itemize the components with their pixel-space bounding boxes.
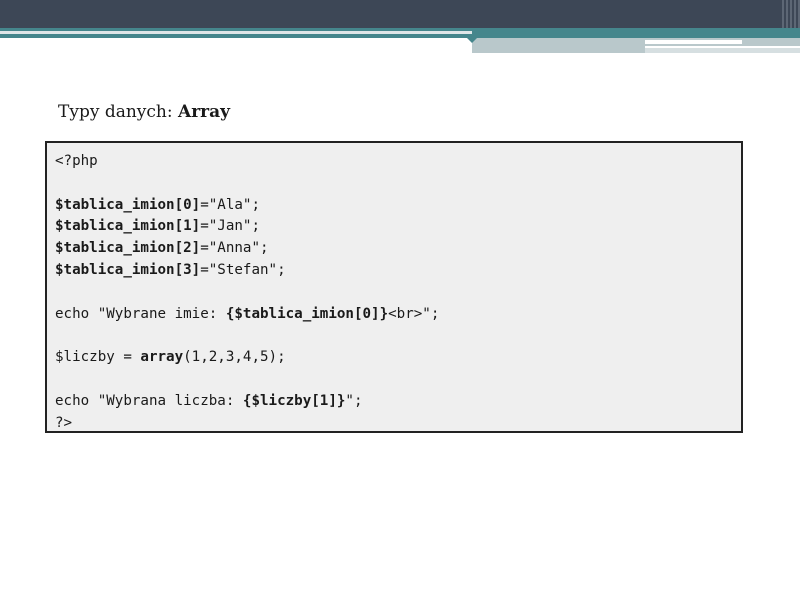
code-token: $tablica_imion[1] [55, 218, 201, 235]
header-gray-bar [472, 38, 800, 46]
code-token: echo "Wybrana liczba: [55, 392, 243, 409]
slide-title: Typy danych: Array [58, 102, 230, 122]
header-gray-bar-right [645, 48, 800, 53]
code-token: <br>"; [388, 305, 440, 322]
code-line: echo "Wybrana liczba: {$liczby[1]}"; [55, 391, 439, 413]
code-token: ?> [55, 414, 73, 431]
code-line: echo "Wybrane imie: {$tablica_imion[0]}<… [55, 304, 439, 326]
code-token: {$tablica_imion[0]} [225, 305, 389, 322]
code-box: <?php $tablica_imion[0]="Ala"; $tablica_i… [45, 141, 743, 433]
header-arrow-icon [463, 34, 481, 43]
header-white-line [645, 40, 742, 44]
code-line: ?> [55, 413, 439, 435]
code-token: {$liczby[1]} [242, 392, 346, 409]
code-line: $tablica_imion[3]="Stefan"; [55, 260, 439, 282]
code-token: $tablica_imion[3] [55, 261, 201, 278]
code-token: $liczby = [55, 349, 141, 366]
slide: Typy danych: Array <?php $tablica_imion[… [0, 0, 800, 600]
code-token: echo "Wybrane imie: [55, 305, 226, 322]
code-listing: <?php $tablica_imion[0]="Ala"; $tablica_i… [55, 151, 439, 434]
code-token: $tablica_imion[2] [55, 240, 201, 257]
code-token: ="Stefan"; [200, 261, 286, 278]
header-light-line [0, 31, 472, 34]
code-line: <?php [55, 151, 439, 173]
code-token: ="Anna"; [200, 240, 269, 257]
code-token: (1,2,3,4,5); [183, 349, 286, 366]
title-prefix: Typy danych: [58, 102, 179, 122]
title-bold: Array [178, 102, 231, 122]
code-token: "; [345, 392, 363, 409]
code-line: $tablica_imion[1]="Jan"; [55, 216, 439, 238]
code-line: $tablica_imion[2]="Anna"; [55, 238, 439, 260]
code-line: $tablica_imion[0]="Ala"; [55, 195, 439, 217]
header-gray-bar-lower [472, 46, 645, 53]
header-dark-band [0, 0, 782, 28]
code-line: $liczby = array(1,2,3,4,5); [55, 347, 439, 369]
code-token: <?php [55, 153, 98, 169]
code-token: $tablica_imion[0] [55, 196, 201, 213]
header-right-strip [782, 0, 800, 28]
code-token: ="Jan"; [200, 218, 261, 235]
code-token: ="Ala"; [200, 196, 261, 213]
code-token: array [140, 349, 184, 366]
